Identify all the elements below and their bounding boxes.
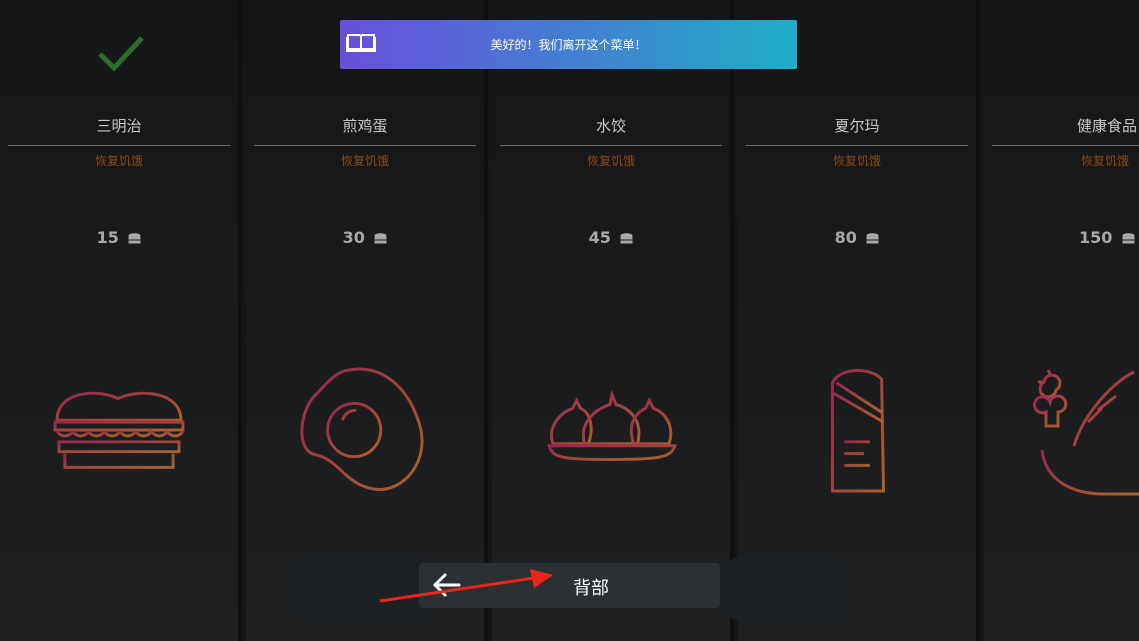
divider — [8, 145, 230, 146]
divider — [254, 145, 476, 146]
food-price: 15 — [0, 228, 238, 247]
food-name: 三明治 — [96, 117, 142, 135]
price-value: 80 — [834, 228, 857, 247]
food-price: 45 — [492, 228, 730, 247]
food-name: 水饺 — [595, 117, 626, 135]
back-button[interactable]: 背部 — [419, 563, 720, 608]
price-value: 30 — [342, 228, 365, 247]
price-value: 150 — [1079, 228, 1113, 247]
checkmark-icon — [98, 36, 144, 72]
food-menu: 三明治 恢复饥饿 15 煎鸡蛋 恢复饥饿 30 水饺 恢复饥饿 45 夏尔玛 恢… — [0, 0, 1139, 641]
food-effect: 恢复饥饿 — [340, 154, 389, 168]
divider — [992, 145, 1139, 146]
toast-notification: 美好的！我们离开这个菜单！ — [340, 20, 797, 69]
food-price: 80 — [738, 228, 976, 247]
sandwich-icon — [53, 391, 185, 469]
food-card-shawarma[interactable]: 夏尔玛 恢复饥饿 80 — [738, 0, 980, 641]
food-name: 健康食品 — [1076, 117, 1137, 135]
food-price: 30 — [246, 228, 484, 247]
coins-icon — [128, 232, 141, 243]
price-value: 45 — [588, 228, 611, 247]
salad-icon — [1033, 369, 1139, 496]
food-effect: 恢复饥饿 — [832, 154, 881, 168]
food-effect: 恢复饥饿 — [1080, 154, 1129, 168]
food-card-fried-egg[interactable]: 煎鸡蛋 恢复饥饿 30 — [246, 0, 488, 641]
coins-icon — [866, 232, 879, 243]
fried-egg-icon — [300, 367, 424, 491]
divider — [746, 145, 968, 146]
food-card-sandwich[interactable]: 三明治 恢复饥饿 15 — [0, 0, 242, 641]
toast-message: 美好的！我们离开这个菜单！ — [490, 38, 647, 52]
food-card-healthy-food[interactable]: 健康食品 恢复饥饿 150 — [984, 0, 1139, 641]
coins-icon — [620, 232, 633, 243]
coins-icon — [1122, 232, 1135, 243]
food-name: 煎鸡蛋 — [342, 117, 388, 135]
food-name: 夏尔玛 — [834, 117, 880, 135]
price-value: 15 — [96, 228, 119, 247]
bottom-hud-panel — [300, 558, 430, 620]
hud-time-text — [915, 14, 929, 34]
divider — [500, 145, 722, 146]
arrow-left-icon — [433, 573, 461, 597]
dumplings-icon — [546, 389, 677, 465]
coins-icon — [374, 232, 387, 243]
food-effect: 恢复饥饿 — [586, 154, 635, 168]
food-price: 150 — [1079, 228, 1135, 247]
bottom-hud-panel-2 — [730, 558, 840, 620]
food-effect: 恢复饥饿 — [94, 154, 143, 168]
back-button-label: 背部 — [573, 578, 609, 599]
shawarma-icon — [830, 369, 886, 493]
food-card-dumplings[interactable]: 水饺 恢复饥饿 45 — [492, 0, 734, 641]
